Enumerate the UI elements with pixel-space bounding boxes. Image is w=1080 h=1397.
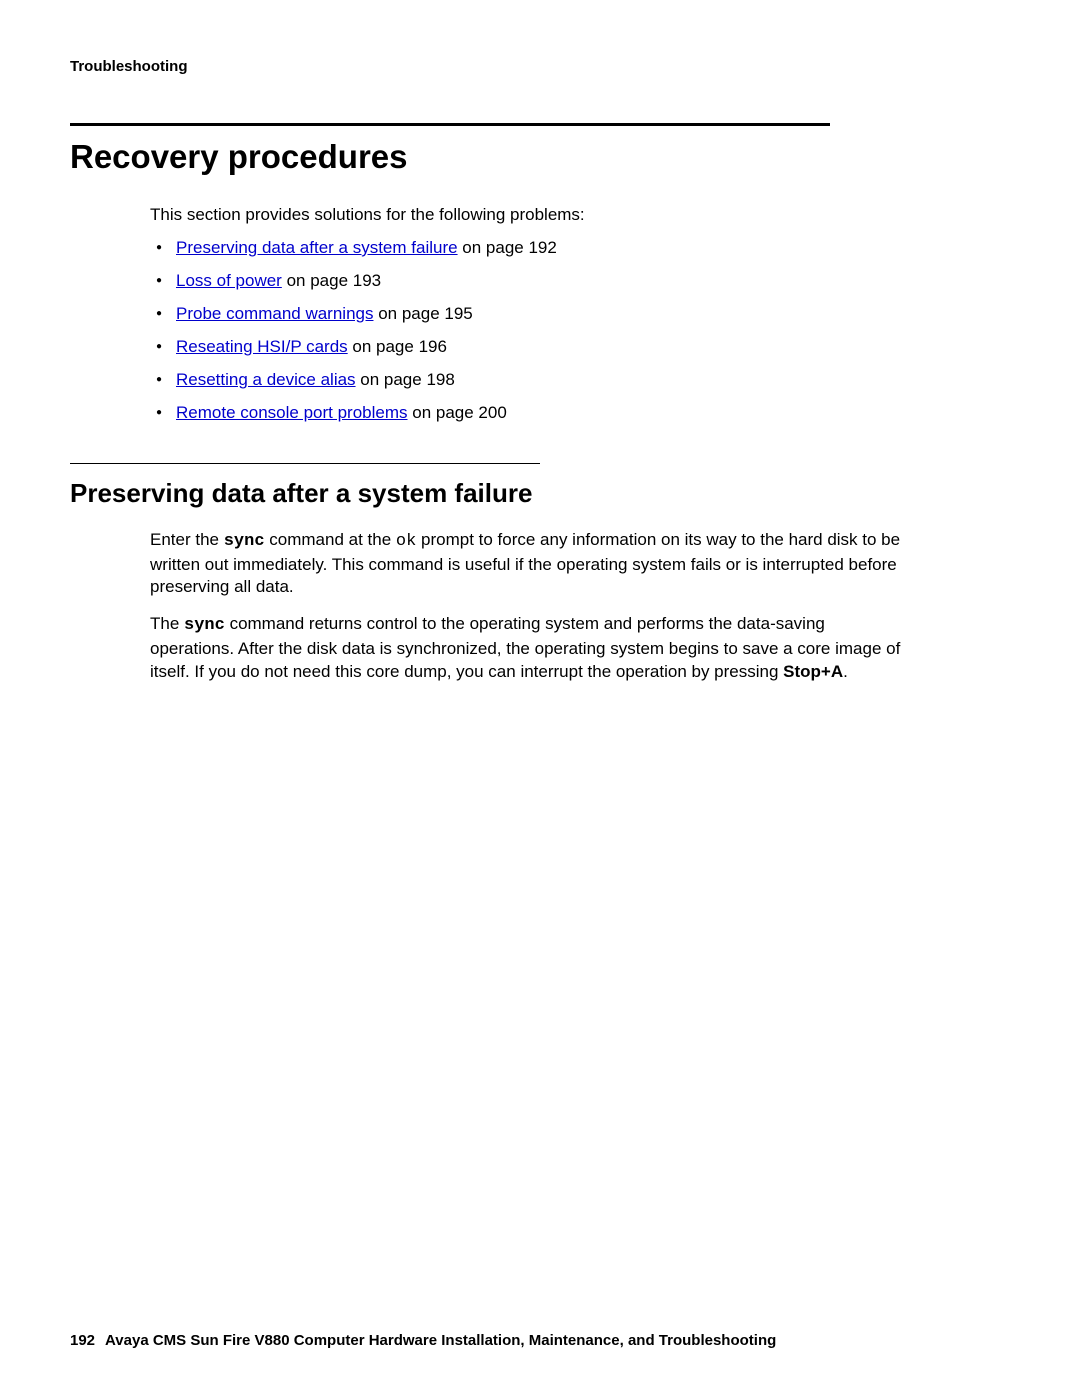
text-run: command at the bbox=[265, 530, 396, 549]
code-sync: sync bbox=[184, 616, 225, 635]
intro-paragraph: This section provides solutions for the … bbox=[150, 204, 1010, 227]
topic-link-probe-warnings[interactable]: Probe command warnings bbox=[176, 304, 373, 323]
list-item: Resetting a device alias on page 198 bbox=[150, 369, 1010, 392]
list-item: Preserving data after a system failure o… bbox=[150, 237, 1010, 260]
page-ref: on page 195 bbox=[373, 304, 472, 323]
body-paragraph-2: The sync command returns control to the … bbox=[150, 613, 910, 684]
text-run: . bbox=[843, 662, 848, 681]
list-item: Loss of power on page 193 bbox=[150, 270, 1010, 293]
page-ref: on page 193 bbox=[282, 271, 381, 290]
topic-list: Preserving data after a system failure o… bbox=[150, 237, 1010, 425]
topic-link-loss-of-power[interactable]: Loss of power bbox=[176, 271, 282, 290]
list-item: Probe command warnings on page 195 bbox=[150, 303, 1010, 326]
document-page: Troubleshooting Recovery procedures This… bbox=[0, 0, 1080, 1397]
page-ref: on page 192 bbox=[458, 238, 557, 257]
text-run: The bbox=[150, 614, 184, 633]
page-ref: on page 196 bbox=[348, 337, 447, 356]
body-paragraph-1: Enter the sync command at the ok prompt … bbox=[150, 529, 910, 600]
topic-link-preserving-data[interactable]: Preserving data after a system failure bbox=[176, 238, 458, 257]
main-heading: Recovery procedures bbox=[70, 138, 1010, 176]
text-run: Enter the bbox=[150, 530, 224, 549]
page-ref: on page 198 bbox=[356, 370, 455, 389]
page-number: 192 bbox=[70, 1332, 95, 1349]
horizontal-rule-top bbox=[70, 123, 830, 126]
code-sync: sync bbox=[224, 532, 265, 551]
code-ok: ok bbox=[396, 532, 416, 551]
running-header: Troubleshooting bbox=[70, 58, 1010, 75]
topic-link-resetting-alias[interactable]: Resetting a device alias bbox=[176, 370, 356, 389]
page-ref: on page 200 bbox=[408, 403, 507, 422]
key-combo: Stop+A bbox=[783, 662, 843, 681]
footer-title: Avaya CMS Sun Fire V880 Computer Hardwar… bbox=[105, 1332, 776, 1349]
page-footer: 192 Avaya CMS Sun Fire V880 Computer Hard… bbox=[70, 1332, 776, 1349]
sub-heading: Preserving data after a system failure bbox=[70, 478, 1010, 509]
topic-link-remote-console[interactable]: Remote console port problems bbox=[176, 403, 408, 422]
horizontal-rule-mid bbox=[70, 463, 540, 464]
list-item: Reseating HSI/P cards on page 196 bbox=[150, 336, 1010, 359]
list-item: Remote console port problems on page 200 bbox=[150, 402, 1010, 425]
topic-link-reseating-hsip[interactable]: Reseating HSI/P cards bbox=[176, 337, 348, 356]
